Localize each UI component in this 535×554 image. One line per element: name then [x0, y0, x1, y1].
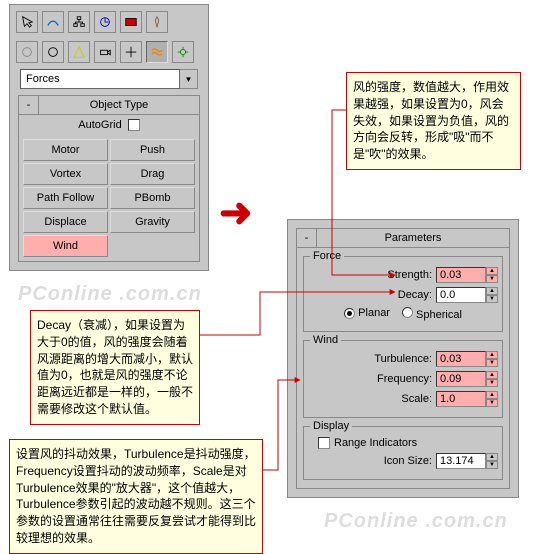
- lights-icon[interactable]: [68, 41, 90, 63]
- chevron-down-icon[interactable]: ▼: [180, 69, 198, 89]
- motor-button[interactable]: Motor: [23, 139, 108, 161]
- push-button[interactable]: Push: [110, 139, 195, 161]
- top-toolbar-row2: [14, 39, 204, 65]
- cameras-icon[interactable]: [94, 41, 116, 63]
- note-decay: Decay（衰减），如果设置为大于0的值，风的强度会随着风源距离的增大而减小，默…: [30, 310, 200, 425]
- strength-label: Strength:: [387, 269, 432, 281]
- force-group: Force Strength: 0.03 ▲▼ Decay: 0.0 ▲▼ Pl…: [303, 256, 503, 332]
- display-group: Display Range Indicators Icon Size: 13.1…: [303, 426, 503, 480]
- top-toolbar-row1: [14, 9, 204, 35]
- icon-size-spinner[interactable]: 13.174 ▲▼: [436, 453, 498, 469]
- helpers-icon[interactable]: [120, 41, 142, 63]
- strength-row: Strength: 0.03 ▲▼: [308, 267, 498, 283]
- range-indicators-row: Range Indicators: [308, 437, 498, 449]
- rollout-header[interactable]: - Parameters: [297, 229, 509, 248]
- note-strength: 风的强度，数值越大，作用效果越强，如果设置为0，风会失效，如果设置为负值，风的方…: [346, 72, 521, 170]
- strength-spinner[interactable]: 0.03 ▲▼: [436, 267, 498, 283]
- group-label: Force: [310, 250, 344, 262]
- icon-size-row: Icon Size: 13.174 ▲▼: [308, 453, 498, 469]
- display-icon[interactable]: [120, 11, 142, 33]
- strength-value[interactable]: 0.03: [436, 267, 486, 283]
- watermark: PConline .com.cn: [18, 283, 202, 306]
- pbomb-button[interactable]: PBomb: [110, 187, 195, 209]
- icon-size-label: Icon Size:: [384, 455, 432, 467]
- autogrid-label: AutoGrid: [78, 119, 121, 131]
- gravity-button[interactable]: Gravity: [110, 211, 195, 233]
- range-checkbox[interactable]: [318, 437, 330, 449]
- path-follow-button[interactable]: Path Follow: [23, 187, 108, 209]
- decay-row: Decay: 0.0 ▲▼: [308, 287, 498, 303]
- wind-button[interactable]: Wind: [23, 235, 108, 257]
- drag-button[interactable]: Drag: [110, 163, 195, 185]
- watermark: PConline .com.cn: [324, 510, 508, 533]
- systems-icon[interactable]: [172, 41, 194, 63]
- dropdown-value: Forces: [20, 69, 180, 89]
- group-label: Display: [310, 420, 352, 432]
- minus-icon[interactable]: -: [19, 96, 39, 114]
- minus-icon[interactable]: -: [297, 229, 317, 247]
- hierarchy-icon[interactable]: [68, 11, 90, 33]
- autogrid-checkbox[interactable]: [128, 119, 140, 131]
- parameters-rollout: - Parameters Force Strength: 0.03 ▲▼ Dec…: [296, 228, 510, 489]
- scale-spinner[interactable]: 1.0 ▲▼: [436, 391, 498, 407]
- spacewarps-icon[interactable]: [146, 41, 168, 63]
- rollout-header[interactable]: - Object Type: [19, 96, 199, 115]
- turbulence-row: Turbulence: 0.03 ▲▼: [308, 351, 498, 367]
- geometry-icon[interactable]: [16, 41, 38, 63]
- mode-radio-row: Planar Spherical: [308, 307, 498, 321]
- spherical-radio[interactable]: Spherical: [402, 307, 462, 321]
- vortex-button[interactable]: Vortex: [23, 163, 108, 185]
- space-warps-panel: Forces ▼ - Object Type AutoGrid Motor Pu…: [9, 4, 209, 271]
- turbulence-spinner[interactable]: 0.03 ▲▼: [436, 351, 498, 367]
- rollout-title: Object Type: [39, 96, 199, 114]
- rollout-title: Parameters: [317, 229, 509, 247]
- decay-label: Decay:: [398, 289, 432, 301]
- icon-size-value[interactable]: 13.174: [436, 453, 486, 469]
- frequency-spinner[interactable]: 0.09 ▲▼: [436, 371, 498, 387]
- motion-icon[interactable]: [94, 11, 116, 33]
- scale-row: Scale: 1.0 ▲▼: [308, 391, 498, 407]
- parameters-panel: - Parameters Force Strength: 0.03 ▲▼ Dec…: [287, 219, 519, 498]
- displace-button[interactable]: Displace: [23, 211, 108, 233]
- autogrid-row: AutoGrid: [19, 115, 199, 135]
- arrow-icon: ➜: [219, 190, 253, 236]
- planar-radio[interactable]: Planar: [344, 307, 390, 321]
- turbulence-value[interactable]: 0.03: [436, 351, 486, 367]
- decay-spinner[interactable]: 0.0 ▲▼: [436, 287, 498, 303]
- scale-value[interactable]: 1.0: [436, 391, 486, 407]
- object-button-grid: Motor Push Vortex Drag Path Follow PBomb…: [19, 135, 199, 261]
- frequency-row: Frequency: 0.09 ▲▼: [308, 371, 498, 387]
- decay-value[interactable]: 0.0: [436, 287, 486, 303]
- shapes-icon[interactable]: [42, 41, 64, 63]
- frequency-value[interactable]: 0.09: [436, 371, 486, 387]
- object-type-rollout: - Object Type AutoGrid Motor Push Vortex…: [18, 95, 200, 262]
- select-icon[interactable]: [16, 11, 38, 33]
- scale-label: Scale:: [401, 393, 432, 405]
- group-label: Wind: [310, 334, 341, 346]
- curve-icon[interactable]: [42, 11, 64, 33]
- wind-group: Wind Turbulence: 0.03 ▲▼ Frequency: 0.09…: [303, 340, 503, 418]
- note-wind-params: 设置风的抖动效果，Turbulence是抖动强度，Frequency设置抖动的波…: [9, 439, 263, 554]
- frequency-label: Frequency:: [377, 373, 432, 385]
- range-label: Range Indicators: [334, 437, 417, 449]
- utilities-icon[interactable]: [146, 11, 168, 33]
- turbulence-label: Turbulence:: [374, 353, 432, 365]
- category-dropdown[interactable]: Forces ▼: [20, 69, 198, 89]
